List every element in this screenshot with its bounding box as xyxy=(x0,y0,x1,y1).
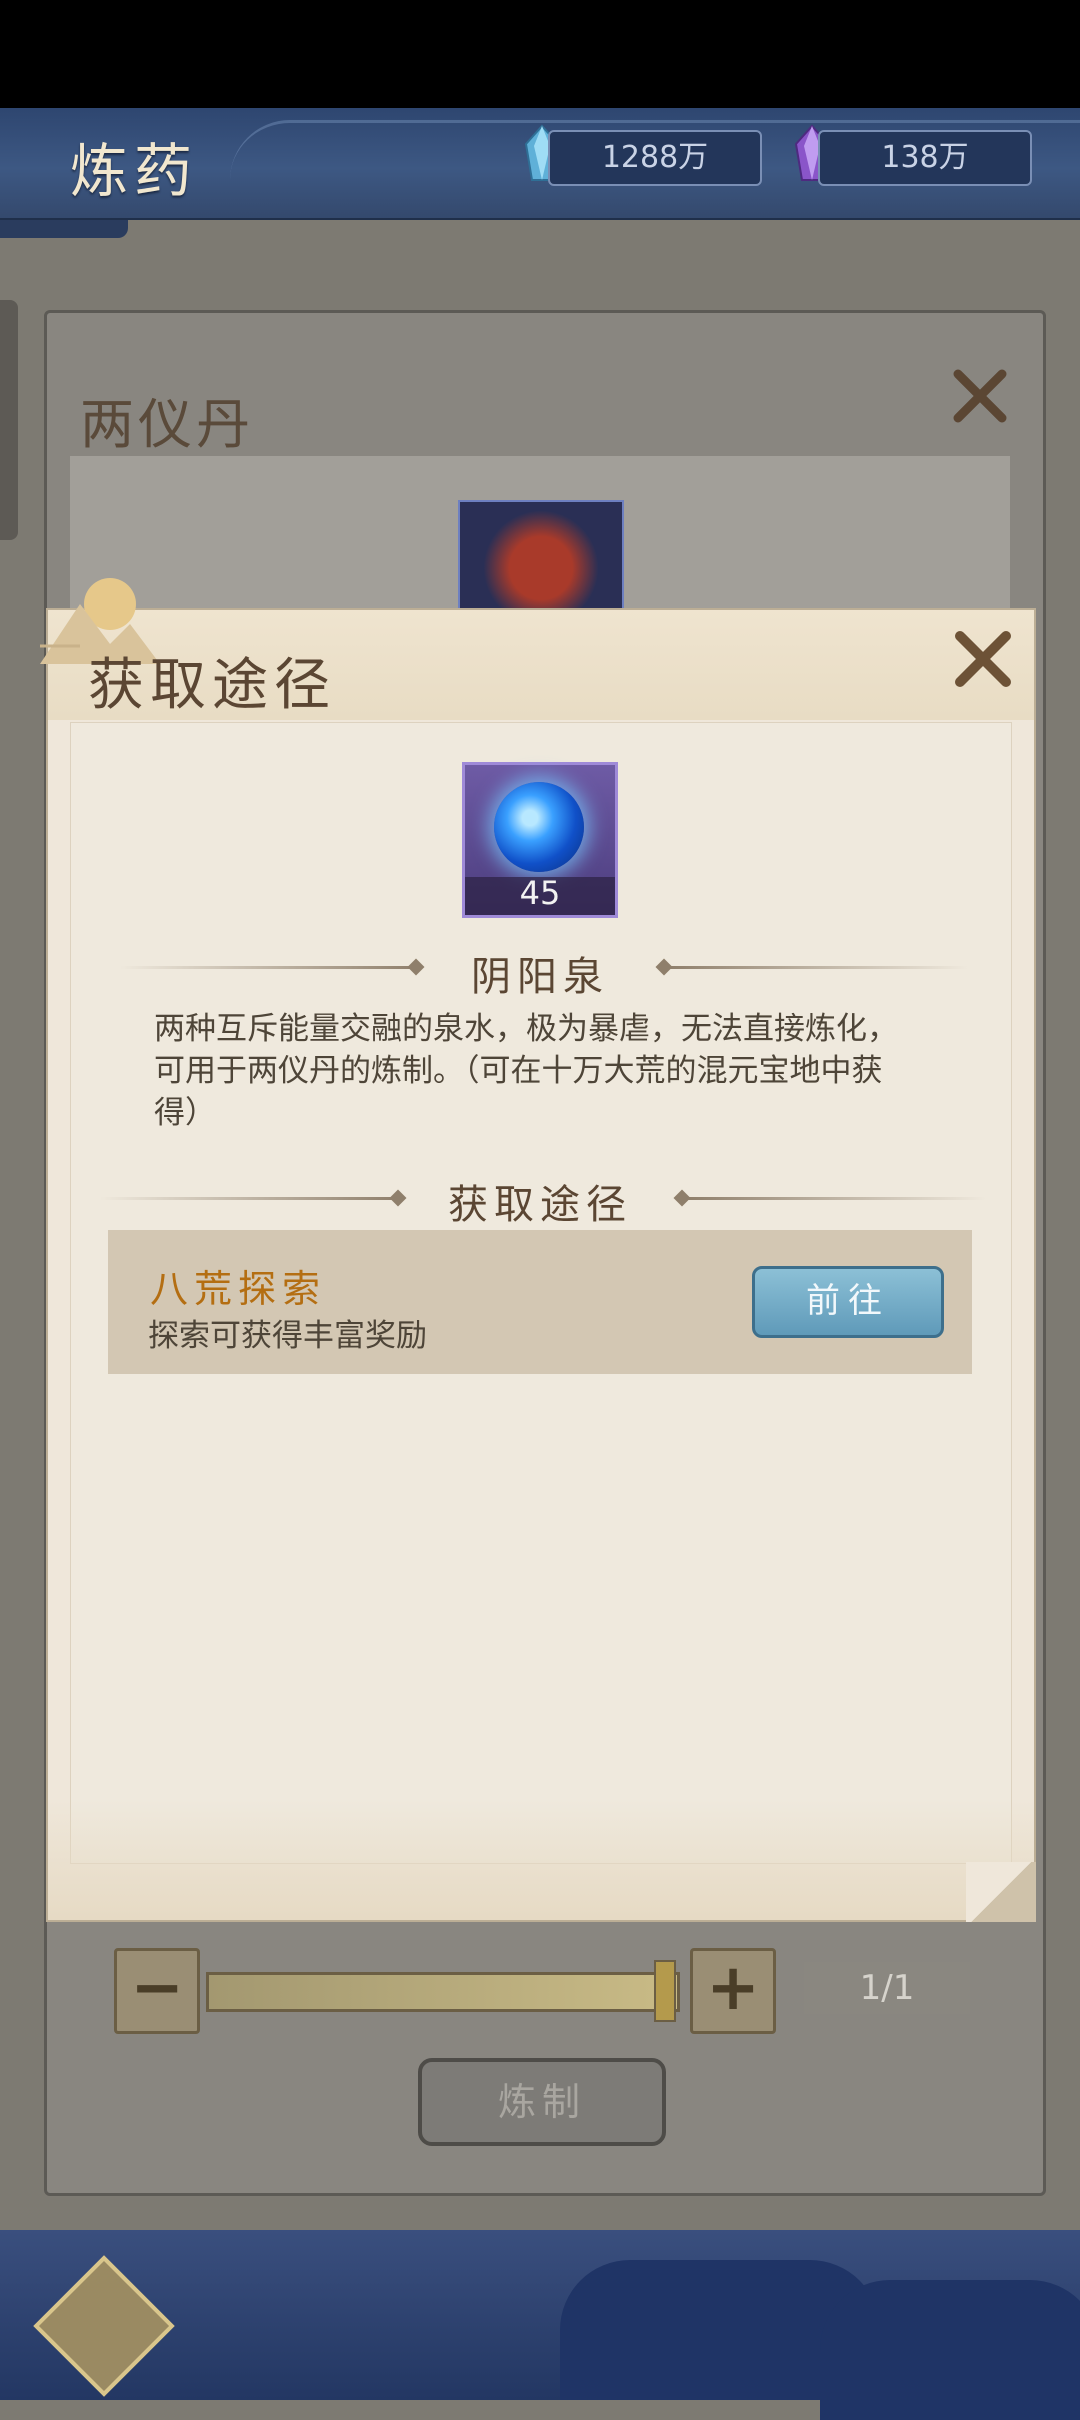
page-curl-decoration xyxy=(966,1862,1036,1922)
dialog-title: 获取途径 xyxy=(88,653,336,718)
recipe-title: 两仪丹 xyxy=(80,393,254,456)
decrease-quantity-button[interactable]: − xyxy=(114,1948,200,2034)
page-title: 炼药 xyxy=(70,137,199,205)
status-bar xyxy=(0,0,1080,108)
increase-quantity-button[interactable]: + xyxy=(690,1948,776,2034)
item-description: 两种互斥能量交融的泉水，极为暴虐，无法直接炼化，可用于两仪丹的炼制。（可在十万大… xyxy=(154,1011,898,1131)
quantity-display: 1/1 xyxy=(804,1962,970,2014)
close-icon[interactable] xyxy=(950,366,1010,426)
yin-yang-spring-orb-icon xyxy=(494,782,584,872)
quantity-slider[interactable] xyxy=(206,1972,680,2012)
sources-heading: 获取途径 xyxy=(448,1182,632,1228)
pill-image xyxy=(458,500,624,614)
source-description: 探索可获得丰富奖励 xyxy=(148,1318,427,1354)
source-name: 八荒探索 xyxy=(150,1267,327,1311)
item-name: 阴阳泉 xyxy=(471,954,609,1000)
refine-button[interactable]: 炼制 xyxy=(418,2058,666,2146)
goto-button[interactable]: 前往 xyxy=(752,1266,944,1338)
side-scroll-handle xyxy=(0,300,18,540)
dialog-bottom-mountains xyxy=(48,1800,1034,1920)
close-icon[interactable] xyxy=(950,626,1016,692)
item-count: 45 xyxy=(519,874,561,912)
quantity-slider-handle[interactable] xyxy=(654,1960,676,2022)
top-bar-tab-decoration xyxy=(0,220,128,238)
cloud-decoration xyxy=(820,2280,1080,2420)
currency-purple-crystal: 138万 xyxy=(818,130,1032,186)
currency-spirit-stone: 1288万 xyxy=(548,130,762,186)
